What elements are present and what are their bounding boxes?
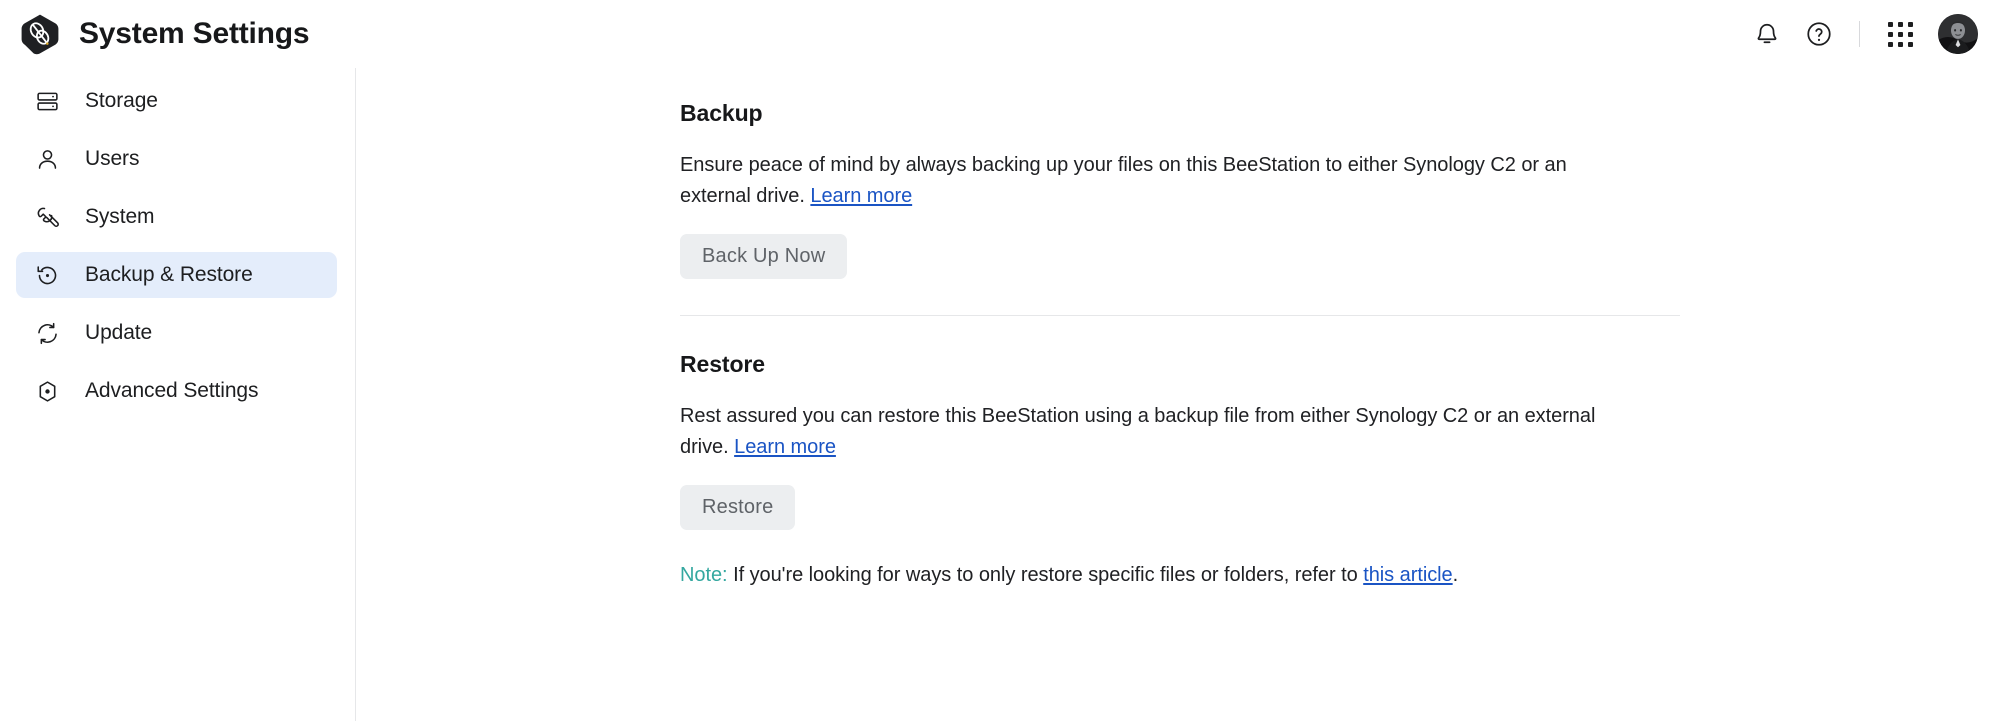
sidebar-item-system[interactable]: System [16, 194, 337, 240]
apps-grid-dot [1897, 21, 1903, 27]
notifications-button[interactable] [1741, 8, 1793, 60]
note-text-before-link: If you're looking for ways to only resto… [727, 564, 1364, 586]
restore-note: Note: If you're looking for ways to only… [680, 560, 1680, 590]
app-header: System Settings [0, 0, 2000, 68]
storage-icon [33, 87, 61, 115]
sidebar-item-label: Backup & Restore [85, 263, 253, 286]
system-settings-page: System Settings Storage Users System Bac… [0, 0, 2000, 721]
apps-grid-dot [1887, 31, 1893, 37]
note-text-after-link: . [1452, 564, 1459, 586]
restore-title: Restore [680, 351, 765, 377]
sidebar-item-label: Update [85, 321, 153, 344]
restore-section: Restore Rest assured you can restore thi… [680, 351, 1680, 590]
page-title: System Settings [79, 17, 310, 50]
main-content: Backup Ensure peace of mind by always ba… [357, 68, 2000, 721]
header-divider [1859, 21, 1860, 47]
restore-learn-more-link[interactable]: Learn more [734, 436, 836, 458]
apps-grid-dot [1887, 21, 1893, 27]
header-actions [1741, 0, 1978, 68]
sidebar-item-label: System [85, 205, 155, 228]
brand: System Settings [0, 0, 310, 68]
backup-title: Backup [680, 100, 763, 126]
question-circle-icon [1805, 20, 1833, 48]
backup-description: Ensure peace of mind by always backing u… [680, 150, 1640, 212]
avatar[interactable] [1938, 14, 1978, 54]
apps-grid-dot [1887, 41, 1893, 47]
sidebar-item-storage[interactable]: Storage [16, 78, 337, 124]
beestation-hex-logo-icon [18, 12, 62, 56]
apps-grid-dot [1907, 31, 1913, 37]
sidebar-item-users[interactable]: Users [16, 136, 337, 182]
restore-description: Rest assured you can restore this BeeSta… [680, 401, 1640, 463]
note-label: Note: [680, 564, 728, 586]
user-icon [33, 145, 61, 173]
sidebar-item-advanced-settings[interactable]: Advanced Settings [16, 368, 337, 414]
settings-panel: Backup Ensure peace of mind by always ba… [680, 100, 1680, 590]
sidebar-item-label: Storage [85, 89, 158, 112]
hex-gear-icon [33, 377, 61, 405]
apps-grid-dot [1907, 41, 1913, 47]
refresh-icon [33, 319, 61, 347]
back-up-now-button[interactable]: Back Up Now [680, 234, 848, 279]
sidebar-item-update[interactable]: Update [16, 310, 337, 356]
wrench-icon [33, 203, 61, 231]
sidebar-item-label: Advanced Settings [85, 379, 259, 402]
restore-button[interactable]: Restore [680, 485, 796, 530]
bell-icon [1754, 21, 1780, 47]
this-article-link[interactable]: this article [1363, 564, 1452, 586]
apps-grid-dot [1897, 31, 1903, 37]
help-button[interactable] [1793, 8, 1845, 60]
apps-grid-dot [1907, 21, 1913, 27]
apps-grid-icon[interactable] [1874, 8, 1926, 60]
sidebar-item-label: Users [85, 147, 140, 170]
sidebar-item-backup-restore[interactable]: Backup & Restore [16, 252, 337, 298]
backup-restore-icon [33, 261, 61, 289]
apps-grid-dot [1897, 41, 1903, 47]
backup-section: Backup Ensure peace of mind by always ba… [680, 100, 1680, 279]
section-divider [680, 315, 1680, 316]
backup-learn-more-link[interactable]: Learn more [810, 185, 912, 207]
sidebar: Storage Users System Backup & Restore Up… [0, 68, 356, 721]
